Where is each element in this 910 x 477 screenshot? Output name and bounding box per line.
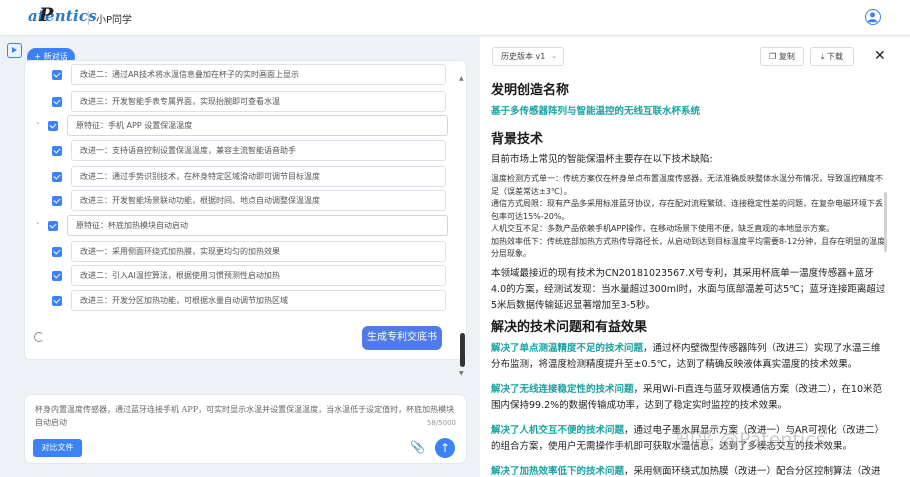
- improvement-label[interactable]: 改进一：支持语音控制设置保温温度，兼容主流智能语音助手: [71, 140, 446, 161]
- tree-feature-row[interactable]: ˅ 原特征：杯底加热模块自动启动: [36, 215, 448, 236]
- tree-item-row[interactable]: 改进二：通过手势识别技术，在杯身特定区域滑动即可调节目标温度: [52, 166, 446, 187]
- solution-head: 解决了人机交互不便的技术问题: [491, 425, 625, 436]
- user-avatar-icon[interactable]: [865, 9, 881, 25]
- version-label: 历史版本 v1: [501, 52, 546, 61]
- improvement-label[interactable]: 改进一：采用侧面环绕式加热膜，实现更均匀的加热效果: [71, 241, 446, 262]
- solution-head: 解决了加热效率低下的技术问题: [491, 466, 625, 477]
- generate-disclosure-button[interactable]: 生成专利交底书: [362, 326, 442, 350]
- scroll-down-icon[interactable]: ▼: [459, 370, 464, 377]
- prompt-textarea[interactable]: 杯身内置温度传感器，通过蓝牙连接手机 APP，可实时显示水温并设置保温温度，当水…: [35, 403, 460, 429]
- defect-item: 人机交互不足：多数产品依赖手机APP操作，在移动场景下使用不便，缺乏直观的本地显…: [491, 224, 835, 233]
- improvement-label[interactable]: 改进二：通过手势识别技术，在杯身特定区域滑动即可调节目标温度: [71, 166, 446, 187]
- sidebar-toggle-icon[interactable]: [7, 43, 22, 58]
- app-name: 小P同学: [96, 15, 133, 26]
- solution-paragraph-4: 解决了加热效率低下的技术问题，采用侧面环绕式加热膜（改进一）配合分区控制算法（改…: [491, 464, 886, 477]
- improvement-label[interactable]: 改进二：通过AR技术将水温信息叠加在杯子的实时画面上显示: [71, 64, 446, 85]
- chevron-down-icon: ⌄: [551, 52, 557, 60]
- send-icon[interactable]: ↑: [435, 438, 455, 458]
- zhihu-watermark: 知乎 @Patentics: [676, 429, 826, 451]
- refresh-icon[interactable]: [34, 332, 44, 342]
- document-scrollbar[interactable]: [884, 192, 887, 252]
- improvement-label[interactable]: 改进三：开发智能场景联动功能，根据时间、地点自动调整保温温度: [71, 190, 446, 211]
- tree-item-row[interactable]: 改进三：开发分区加热功能，可根据水量自动调节加热区域: [52, 290, 446, 311]
- defect-item: 温度检测方式单一：传统方案仅在杯身单点布置温度传感器，无法准确反映整体水温分布情…: [491, 174, 883, 196]
- checkbox[interactable]: [52, 246, 62, 257]
- section-title-solution: 解决的技术问题和有益效果: [491, 320, 648, 335]
- solution-paragraph-2: 解决了无线连接稳定性的技术问题，采用Wi-Fi直连与蓝牙双模通信方案（改进二），…: [491, 382, 886, 414]
- tree-item-row[interactable]: 改进二：通过AR技术将水温信息叠加在杯子的实时画面上显示: [52, 64, 446, 85]
- download-label: 下载: [827, 52, 844, 61]
- chevron-down-icon[interactable]: ˅: [36, 122, 44, 130]
- document-panel: 历史版本 v1 ⌄ ❐ 复制 ⤓ 下载 ✕ 发明创造名称 基于多传感器阵列与智能温…: [480, 37, 910, 477]
- feature-label[interactable]: 原特征：杯底加热模块自动启动: [67, 215, 448, 236]
- improvement-label[interactable]: 改进二：引入AI温控算法，根据使用习惯预测性启动加热: [71, 265, 446, 286]
- checkbox[interactable]: [52, 145, 62, 156]
- checkbox[interactable]: [52, 171, 62, 182]
- solution-head: 解决了单点测温精度不足的技术问题: [491, 343, 644, 354]
- prior-art-paragraph: 本领域最接近的现有技术为CN20181023567.X号专利，其采用杯底单一温度…: [491, 268, 886, 311]
- invention-name: 基于多传感器阵列与智能温控的无线互联水杯系统: [491, 104, 886, 120]
- tree-feature-row[interactable]: ˅ 原特征：手机 APP 设置保温温度: [36, 115, 448, 136]
- tree-item-row[interactable]: 改进一：采用侧面环绕式加热膜，实现更均匀的加热效果: [52, 241, 446, 262]
- feature-label[interactable]: 原特征：手机 APP 设置保温温度: [67, 115, 448, 136]
- tree-item-row[interactable]: 改进二：引入AI温控算法，根据使用习惯预测性启动加热: [52, 265, 446, 286]
- version-select[interactable]: 历史版本 v1 ⌄: [492, 47, 564, 66]
- checkbox[interactable]: [52, 96, 62, 107]
- scroll-up-icon[interactable]: ▲: [459, 75, 464, 82]
- header-divider: [88, 11, 89, 25]
- checkbox[interactable]: [48, 120, 58, 131]
- defect-list: 温度检测方式单一：传统方案仅在杯身单点布置温度传感器，无法准确反映整体水温分布情…: [491, 173, 886, 261]
- copy-label: 复制: [778, 52, 795, 61]
- scrollbar-thumb[interactable]: [460, 333, 465, 367]
- invention-name-text: 基于多传感器阵列与智能温控的无线互联水杯系统: [491, 106, 701, 117]
- close-icon[interactable]: ✕: [874, 47, 886, 66]
- checkbox[interactable]: [52, 295, 62, 306]
- section-title-name: 发明创造名称: [491, 83, 570, 98]
- attach-icon[interactable]: 📎: [410, 440, 425, 454]
- section-title-background: 背景技术: [491, 132, 544, 147]
- chevron-down-icon[interactable]: ˅: [36, 222, 44, 230]
- prompt-input-box[interactable]: 杯身内置温度传感器，通过蓝牙连接手机 APP，可实时显示水温并设置保温温度，当水…: [24, 394, 467, 464]
- improvement-label[interactable]: 改进三：开发分区加热功能，可根据水量自动调节加热区域: [71, 290, 446, 311]
- tree-item-row[interactable]: 改进三：开发智能手表专属界面，实现抬腕即可查看水温: [52, 91, 446, 112]
- patentics-logo[interactable]: Patentics: [28, 6, 97, 26]
- char-counter: 58/5000: [426, 419, 456, 427]
- checkbox[interactable]: [52, 195, 62, 206]
- tree-item-row[interactable]: 改进一：支持语音控制设置保温温度，兼容主流智能语音助手: [52, 140, 446, 161]
- download-button[interactable]: ⤓ 下载: [810, 47, 854, 66]
- compare-file-button[interactable]: 对比文件: [33, 439, 82, 457]
- defect-item: 通信方式局限：现有产品多采用标准蓝牙协议，存在配对流程繁琐、连接稳定性差的问题，…: [491, 199, 883, 221]
- background-intro: 目前市场上常见的智能保温杯主要存在以下技术缺陷:: [491, 154, 713, 165]
- top-bar: Patentics 小P同学: [0, 0, 910, 36]
- tree-item-row[interactable]: 改进三：开发智能场景联动功能，根据时间、地点自动调整保温温度: [52, 190, 446, 211]
- copy-button[interactable]: ❐ 复制: [760, 47, 804, 66]
- solution-paragraph-1: 解决了单点测温精度不足的技术问题，通过杯内壁微型传感器阵列（改进三）实现了水温三…: [491, 341, 886, 373]
- improvement-label[interactable]: 改进三：开发智能手表专属界面，实现抬腕即可查看水温: [71, 91, 446, 112]
- checkbox[interactable]: [52, 69, 62, 80]
- checkbox[interactable]: [48, 220, 58, 231]
- solution-head: 解决了无线连接稳定性的技术问题: [491, 384, 634, 395]
- checkbox[interactable]: [52, 270, 62, 281]
- defect-item: 加热效率低下：传统底部加热方式热传导路径长，从启动到达到目标温度平均需要8-12…: [491, 236, 886, 259]
